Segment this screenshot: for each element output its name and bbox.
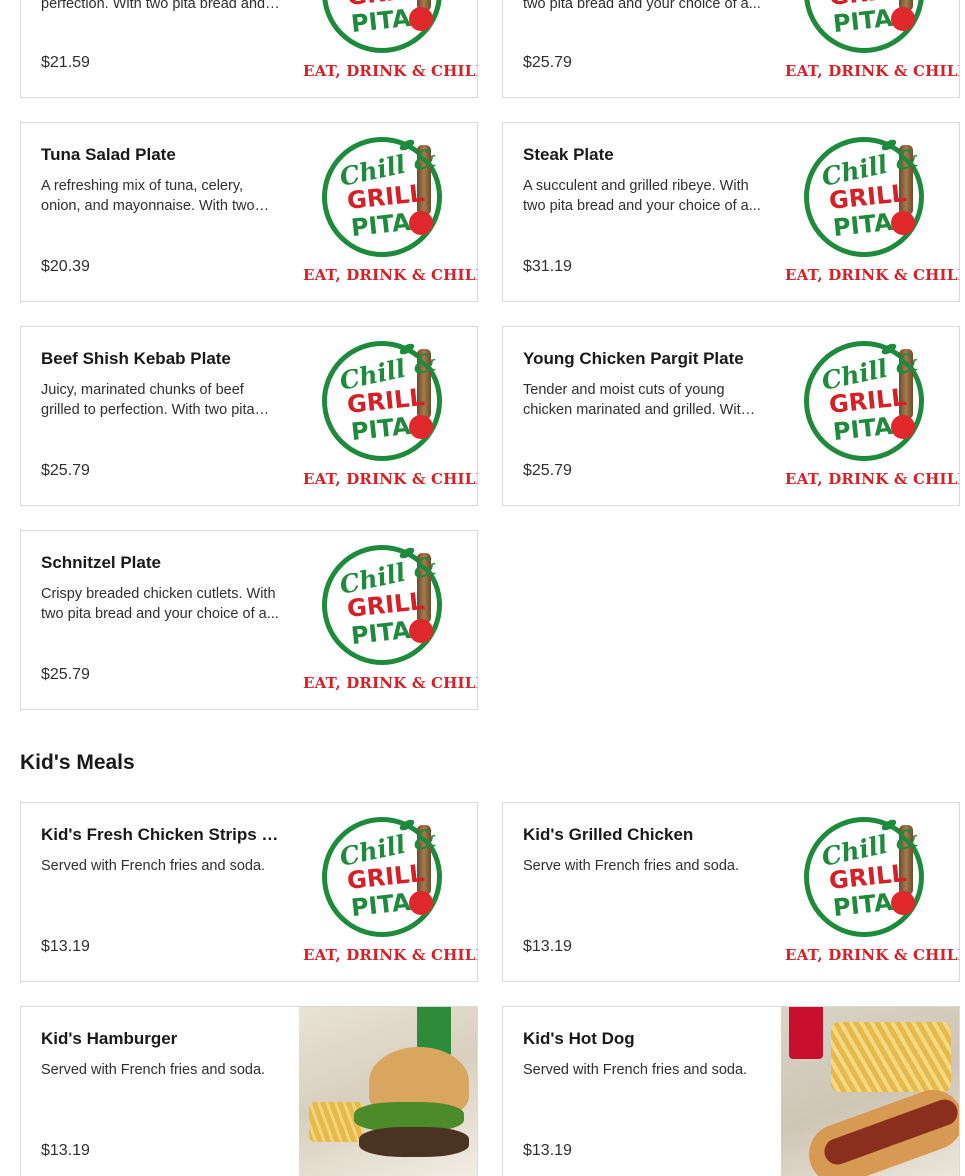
restaurant-logo-image: Chill & GRILL PITA EAT, DRINK & CHILL — [781, 327, 959, 505]
menu-item-card[interactable]: Beef Shish Kebab Plate Juicy, marinated … — [20, 326, 478, 506]
menu-item-card[interactable]: Kid's Fresh Chicken Strips (... Served w… — [20, 802, 478, 982]
menu-item-price: $25.79 — [41, 462, 90, 479]
menu-item-name: Steak Plate — [523, 145, 614, 164]
menu-item-card[interactable]: Tuna Salad Plate A refreshing mix of tun… — [20, 122, 478, 302]
menu-item-name: Kid's Grilled Chicken — [523, 825, 694, 844]
menu-item-name: Young Chicken Pargit Plate — [523, 349, 744, 368]
restaurant-logo-image: Chill & GRILL PITA EAT, DRINK & CHILL — [781, 123, 959, 301]
menu-item-card[interactable]: perfection. With two pita bread and your… — [20, 0, 478, 98]
menu-item-description: two pita bread and your choice of a... — [523, 0, 761, 12]
menu-item-name: Kid's Fresh Chicken Strips (... — [41, 825, 281, 844]
restaurant-logo-image: Chill & GRILL PITA EAT, DRINK & CHILL — [299, 327, 477, 505]
menu-item-info: Kid's Hamburger Served with French fries… — [41, 1007, 281, 1176]
menu-item-description: Juicy, marinated chunks of beef grilled … — [41, 382, 255, 418]
menu-item-card[interactable]: Young Chicken Pargit Plate Tender and mo… — [502, 326, 960, 506]
menu-item-card[interactable]: Kid's Grilled Chicken Serve with French … — [502, 802, 960, 982]
menu-item-name: Schnitzel Plate — [41, 553, 161, 572]
menu-item-price: $25.79 — [41, 666, 90, 683]
menu-item-info: Beef Shish Kebab Plate Juicy, marinated … — [41, 327, 281, 505]
hamburger-photo — [299, 1007, 477, 1176]
menu-item-info: two pita bread and your choice of a... $… — [523, 0, 763, 97]
menu-item-price: $25.79 — [523, 462, 572, 479]
menu-item-info: Kid's Grilled Chicken Serve with French … — [523, 803, 763, 981]
restaurant-logo-image: Chill & GRILL PITA EAT, DRINK & CHILL — [299, 123, 477, 301]
restaurant-logo-image: Chill & GRILL PITA EAT, DRINK & CHILL — [299, 803, 477, 981]
menu-item-description: Served with French fries and soda. — [523, 1062, 748, 1078]
menu-item-description: Tender and moist cuts of young chicken m… — [523, 382, 749, 418]
menu-item-info: Steak Plate A succulent and grilled ribe… — [523, 123, 763, 301]
menu-item-price: $31.19 — [523, 258, 572, 275]
restaurant-logo-image: Chill & GRILL PITA EAT, DRINK & CHILL — [781, 0, 959, 97]
menu-item-name: Kid's Hamburger — [41, 1029, 178, 1048]
menu-item-description: perfection. With two pita bread and your… — [41, 0, 266, 12]
menu-item-price: $13.19 — [41, 938, 90, 955]
menu-item-card[interactable]: Kid's Hamburger Served with French fries… — [20, 1006, 478, 1176]
menu-item-card[interactable]: Kid's Hot Dog Served with French fries a… — [502, 1006, 960, 1176]
menu-item-price: $13.19 — [41, 1142, 90, 1159]
menu-item-name: Kid's Hot Dog — [523, 1029, 635, 1048]
restaurant-logo-image: Chill & GRILL PITA EAT, DRINK & CHILL — [299, 0, 477, 97]
menu-item-info: Young Chicken Pargit Plate Tender and mo… — [523, 327, 763, 505]
menu-item-price: $13.19 — [523, 1142, 572, 1159]
menu-item-name: Beef Shish Kebab Plate — [41, 349, 231, 368]
menu-item-price: $21.59 — [41, 54, 90, 71]
menu-item-description: Crispy breaded chicken cutlets. With two… — [41, 586, 279, 622]
restaurant-logo-image: Chill & GRILL PITA EAT, DRINK & CHILL — [299, 531, 477, 709]
menu-item-info: Kid's Hot Dog Served with French fries a… — [523, 1007, 763, 1176]
menu-item-description: A refreshing mix of tuna, celery, onion,… — [41, 178, 255, 214]
menu-item-description: A succulent and grilled ribeye. With two… — [523, 178, 761, 214]
hotdog-photo — [781, 1007, 959, 1176]
menu-item-price: $25.79 — [523, 54, 572, 71]
menu-item-info: perfection. With two pita bread and your… — [41, 0, 281, 97]
menu-item-info: Tuna Salad Plate A refreshing mix of tun… — [41, 123, 281, 301]
menu-item-price: $13.19 — [523, 938, 572, 955]
restaurant-logo-image: Chill & GRILL PITA EAT, DRINK & CHILL — [781, 803, 959, 981]
menu-item-info: Schnitzel Plate Crispy breaded chicken c… — [41, 531, 281, 709]
menu-item-description: Served with French fries and soda. — [41, 1062, 266, 1078]
menu-item-card[interactable]: two pita bread and your choice of a... $… — [502, 0, 960, 98]
menu-item-price: $20.39 — [41, 258, 90, 275]
menu-item-description: Serve with French fries and soda. — [523, 858, 739, 874]
menu-item-info: Kid's Fresh Chicken Strips (... Served w… — [41, 803, 281, 981]
menu-item-description: Served with French fries and soda. — [41, 858, 266, 874]
menu-item-card[interactable]: Steak Plate A succulent and grilled ribe… — [502, 122, 960, 302]
menu-item-card[interactable]: Schnitzel Plate Crispy breaded chicken c… — [20, 530, 478, 710]
section-title-kids-meals: Kid's Meals — [20, 751, 135, 774]
menu-item-name: Tuna Salad Plate — [41, 145, 176, 164]
